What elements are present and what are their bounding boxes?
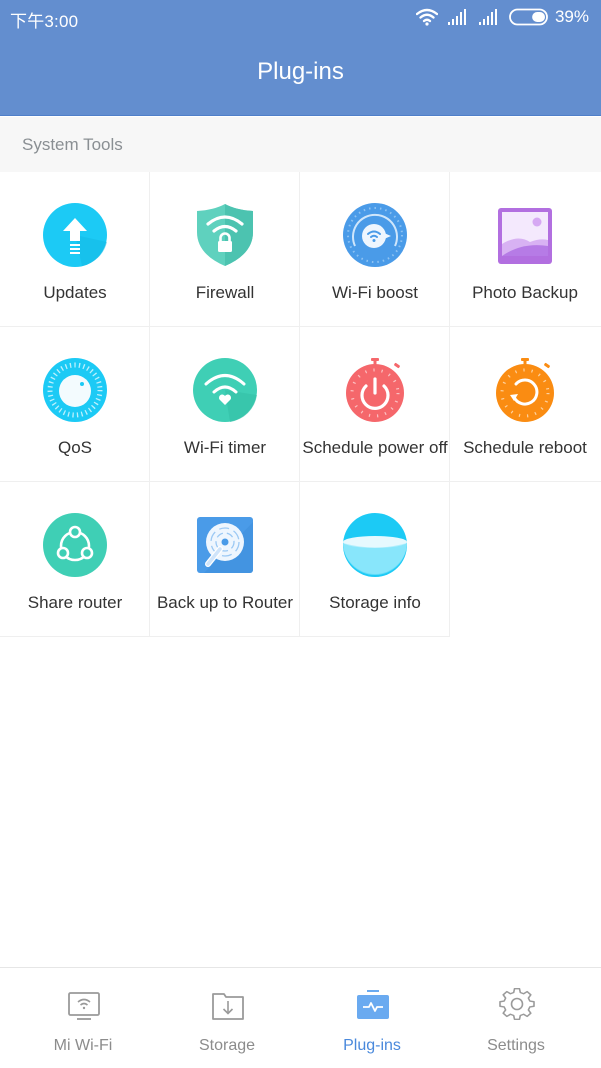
tab-label: Storage (198, 1037, 256, 1054)
plugin-label: Photo Backup (472, 283, 578, 302)
mi-wifi-icon (66, 988, 102, 1024)
plugin-wifi-boost[interactable]: Wi-Fi boost (300, 172, 450, 327)
bottom-tab-bar: Mi Wi-Fi Storage Plug-ins Settings (0, 967, 601, 1068)
plugin-share-router[interactable]: Share router (0, 482, 150, 637)
status-time: 下午3:00 (10, 12, 79, 31)
tab-settings[interactable]: Settings (441, 968, 591, 1068)
plugin-schedule-reboot[interactable]: Schedule reboot (450, 327, 601, 482)
firewall-shield-icon (192, 202, 258, 268)
plugin-label: Storage info (329, 593, 421, 612)
tab-label: Mi Wi-Fi (53, 1037, 113, 1054)
tab-plugins[interactable]: Plug-ins (297, 968, 447, 1068)
plugin-label: Firewall (195, 283, 255, 302)
plugin-label: Schedule reboot (463, 438, 587, 457)
plugin-label: Wi-Fi timer (183, 438, 267, 457)
battery-icon (509, 8, 549, 26)
plugin-backup-to-router[interactable]: Back up to Router (150, 482, 300, 637)
plugin-storage-info[interactable]: Storage info (300, 482, 450, 637)
updates-icon (42, 202, 108, 268)
plugin-label: Wi-Fi boost (332, 283, 418, 302)
header: 下午3:00 39% Plug-ins (0, 0, 601, 116)
share-router-icon (42, 512, 108, 578)
tab-label: Settings (487, 1037, 545, 1054)
plugin-qos[interactable]: QoS (0, 327, 150, 482)
battery-percent: 39% (554, 7, 589, 26)
status-bar: 下午3:00 39% (0, 0, 601, 36)
wifi-icon (415, 8, 438, 26)
storage-icon (210, 988, 246, 1024)
page-title: Plug-ins (257, 58, 344, 85)
signal-icon (478, 9, 500, 25)
plugin-label: Share router (27, 593, 123, 612)
schedule-reboot-icon (492, 357, 558, 423)
tab-label: Plug-ins (343, 1037, 401, 1054)
plugin-label: Schedule power off (302, 438, 448, 457)
plugins-icon (355, 988, 391, 1024)
plugin-updates[interactable]: Updates (0, 172, 150, 327)
tab-mi-wifi[interactable]: Mi Wi-Fi (8, 968, 158, 1068)
schedule-power-off-icon (342, 357, 408, 423)
status-icons: 39% (415, 7, 589, 27)
plugin-schedule-power-off[interactable]: Schedule power off (300, 327, 450, 482)
backup-to-router-icon (192, 512, 258, 578)
plugin-photo-backup[interactable]: Photo Backup (450, 172, 601, 327)
storage-info-icon (342, 512, 408, 578)
plugin-label: QoS (57, 438, 93, 457)
tab-storage[interactable]: Storage (152, 968, 302, 1068)
section-header: System Tools (0, 117, 601, 172)
plugin-wifi-timer[interactable]: Wi-Fi timer (150, 327, 300, 482)
plugin-firewall[interactable]: Firewall (150, 172, 300, 327)
qos-icon (42, 357, 108, 423)
section-title: System Tools (22, 135, 123, 154)
settings-gear-icon (499, 987, 535, 1024)
photo-backup-icon (492, 202, 558, 268)
plugin-label: Updates (43, 283, 107, 302)
signal-icon (447, 9, 469, 25)
app-screen: 下午3:00 39% Plug-ins System Tools Updates… (0, 0, 601, 1068)
wifi-timer-icon (192, 357, 258, 423)
wifi-boost-icon (342, 202, 408, 268)
plugin-label: Back up to Router (156, 593, 294, 612)
